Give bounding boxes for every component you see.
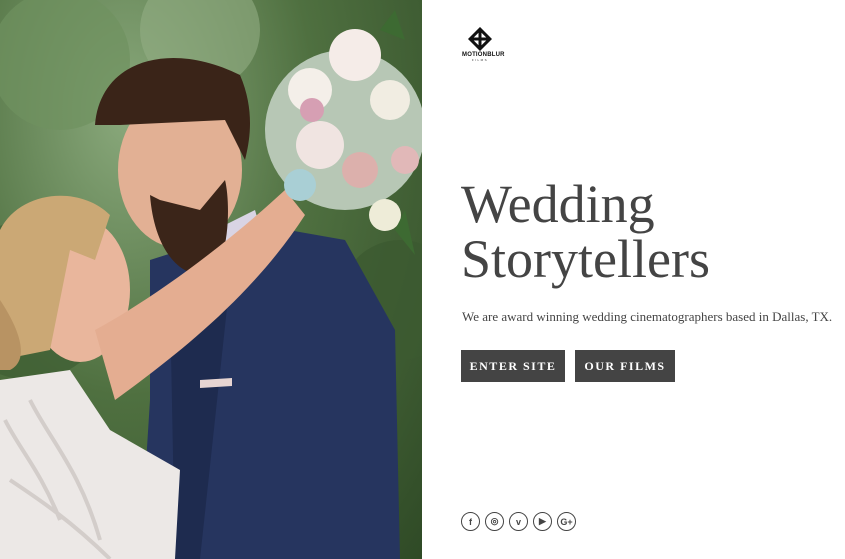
brand-logo[interactable]: MOTIONBLUR FILMS xyxy=(462,27,504,62)
facebook-icon[interactable]: f xyxy=(461,512,480,531)
youtube-icon[interactable]: ▶ xyxy=(533,512,552,531)
wedding-couple-illustration xyxy=(0,0,422,559)
title-line-1: Wedding xyxy=(461,174,655,234)
vimeo-icon[interactable]: v xyxy=(509,512,528,531)
page-title: Wedding Storytellers xyxy=(461,177,710,287)
hero-photo xyxy=(0,0,422,559)
google-plus-icon[interactable]: G+ xyxy=(557,512,576,531)
tagline: We are award winning wedding cinematogra… xyxy=(462,309,833,324)
social-links: f ◎ v ▶ G+ xyxy=(461,512,576,531)
content-panel: MOTIONBLUR FILMS Wedding Storytellers We… xyxy=(422,0,845,559)
brand-subname: FILMS xyxy=(471,58,489,62)
our-films-button[interactable]: OUR FILMS xyxy=(575,350,675,382)
title-line-2: Storytellers xyxy=(461,229,710,289)
knot-logo-icon xyxy=(468,27,492,51)
instagram-icon[interactable]: ◎ xyxy=(485,512,504,531)
enter-site-button[interactable]: ENTER SITE xyxy=(461,350,565,382)
